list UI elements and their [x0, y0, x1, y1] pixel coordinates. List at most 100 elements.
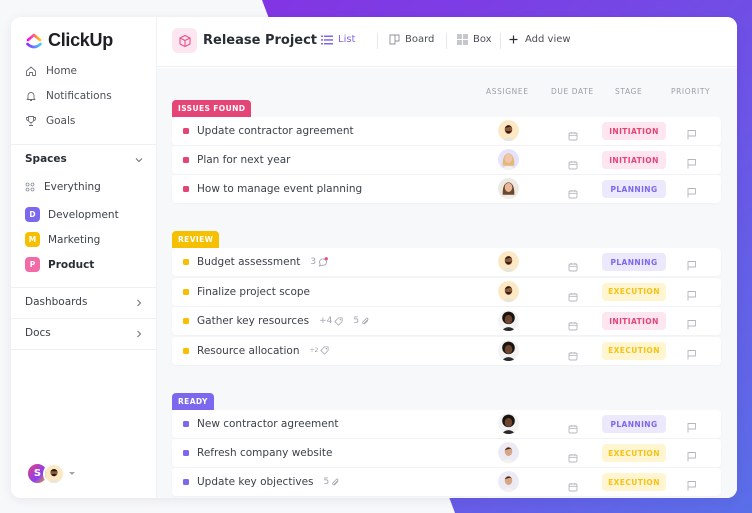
due-date-button[interactable]: [568, 316, 578, 331]
stage-badge[interactable]: PLANNING: [602, 253, 666, 271]
table-row[interactable]: Plan for next year INITIATION: [172, 146, 721, 174]
stage-badge[interactable]: INITIATION: [602, 312, 666, 330]
sidebar-item-product[interactable]: P Product: [25, 257, 94, 272]
status-dot[interactable]: [183, 186, 189, 192]
status-dot[interactable]: [183, 259, 189, 265]
column-header-due-date[interactable]: DUE DATE: [551, 87, 594, 96]
priority-button[interactable]: [686, 315, 697, 330]
chevron-right-icon[interactable]: [134, 329, 144, 339]
stage-badge[interactable]: EXECUTION: [602, 282, 666, 301]
status-dot[interactable]: [183, 421, 189, 427]
due-date-button[interactable]: [568, 184, 578, 199]
assignee-avatar[interactable]: [498, 120, 519, 141]
chevron-right-icon[interactable]: [134, 298, 144, 308]
task-name[interactable]: Update contractor agreement: [197, 125, 354, 137]
priority-button[interactable]: [686, 345, 697, 359]
status-dot[interactable]: [183, 479, 189, 485]
stage-badge[interactable]: EXECUTION: [602, 473, 666, 491]
task-name[interactable]: Gather key resources +4 5: [197, 315, 370, 327]
sidebar-item-marketing[interactable]: M Marketing: [25, 232, 100, 247]
sidebar-item-development[interactable]: D Development: [25, 207, 119, 222]
priority-button[interactable]: [686, 125, 697, 140]
status-dot[interactable]: [183, 128, 189, 134]
sidebar-item-dashboards[interactable]: Dashboards: [25, 296, 87, 308]
task-name[interactable]: Resource allocation +2: [197, 345, 329, 357]
table-row[interactable]: Update key objectives 5 EXECUTION: [172, 468, 721, 496]
due-date-button[interactable]: [568, 155, 578, 170]
stage-badge[interactable]: INITIATION: [602, 122, 666, 140]
task-meta-tag[interactable]: +2: [310, 346, 330, 355]
priority-button[interactable]: [686, 183, 697, 198]
chevron-down-icon[interactable]: [134, 155, 144, 165]
add-view-button[interactable]: Add view: [509, 34, 571, 45]
sidebar-item-docs[interactable]: Docs: [25, 327, 51, 339]
task-meta-paperclip[interactable]: 5: [324, 477, 341, 487]
group-label[interactable]: READY: [172, 393, 214, 410]
priority-button[interactable]: [686, 447, 697, 462]
group-label[interactable]: ISSUES FOUND: [172, 100, 252, 117]
assignee-avatar[interactable]: [498, 178, 519, 199]
task-name[interactable]: Budget assessment 3: [197, 256, 328, 268]
table-row[interactable]: New contractor agreement PLANNING: [172, 410, 721, 438]
nav-goals[interactable]: Goals: [25, 115, 75, 127]
table-row[interactable]: Finalize project scope EXECUTION: [172, 277, 721, 306]
assignee-avatar[interactable]: [498, 413, 519, 434]
stage-badge[interactable]: INITIATION: [602, 151, 666, 169]
due-date-button[interactable]: [568, 448, 578, 463]
nav-notifications[interactable]: Notifications: [25, 90, 112, 102]
task-name[interactable]: New contractor agreement: [197, 418, 339, 430]
table-row[interactable]: Resource allocation +2 EXECUTION: [172, 336, 721, 365]
status-dot[interactable]: [183, 157, 189, 163]
task-name[interactable]: How to manage event planning: [197, 183, 362, 195]
task-meta-tag[interactable]: +4: [319, 316, 343, 326]
priority-button[interactable]: [686, 418, 697, 433]
table-row[interactable]: Refresh company website EXECUTION: [172, 439, 721, 467]
status-dot[interactable]: [183, 318, 189, 324]
due-date-button[interactable]: [568, 346, 578, 360]
task-name[interactable]: Refresh company website: [197, 447, 332, 459]
column-header-stage[interactable]: STAGE: [615, 87, 642, 96]
status-dot[interactable]: [183, 288, 189, 295]
column-header-assignee[interactable]: ASSIGNEE: [486, 87, 529, 96]
task-meta-paperclip[interactable]: 5: [353, 316, 370, 326]
priority-button[interactable]: [686, 286, 697, 300]
due-date-button[interactable]: [568, 126, 578, 141]
tab-box[interactable]: Box: [457, 34, 492, 45]
nav-home[interactable]: Home: [25, 65, 77, 77]
assignee-avatar[interactable]: [498, 149, 519, 170]
due-date-button[interactable]: [568, 257, 578, 272]
priority-button[interactable]: [686, 256, 697, 271]
group-label[interactable]: REVIEW: [172, 231, 220, 248]
sidebar-item-everything[interactable]: Everything: [25, 181, 101, 193]
assignee-avatar[interactable]: [498, 310, 519, 331]
table-row[interactable]: How to manage event planning PLANNING: [172, 175, 721, 203]
user-menu[interactable]: S: [26, 462, 75, 485]
due-date-button[interactable]: [568, 287, 578, 301]
assignee-avatar[interactable]: [498, 442, 519, 463]
task-meta-comment[interactable]: 3: [310, 257, 328, 267]
due-date-button[interactable]: [568, 477, 578, 492]
due-date-button[interactable]: [568, 419, 578, 434]
task-name[interactable]: Finalize project scope: [197, 286, 310, 298]
assignee-avatar[interactable]: [498, 280, 519, 302]
tab-board[interactable]: Board: [389, 34, 434, 45]
task-name[interactable]: Plan for next year: [197, 154, 290, 166]
assignee-avatar[interactable]: [498, 471, 519, 492]
stage-badge[interactable]: EXECUTION: [602, 341, 666, 360]
assignee-avatar[interactable]: [498, 339, 519, 361]
table-row[interactable]: Update contractor agreement INITIATION: [172, 117, 721, 145]
logo[interactable]: ClickUp: [25, 30, 113, 51]
tab-list[interactable]: List: [321, 34, 355, 45]
stage-badge[interactable]: PLANNING: [602, 180, 666, 198]
assignee-avatar[interactable]: [498, 251, 519, 272]
task-name[interactable]: Update key objectives 5: [197, 476, 340, 488]
status-dot[interactable]: [183, 450, 189, 456]
status-dot[interactable]: [183, 347, 189, 354]
column-header-priority[interactable]: PRIORITY: [671, 87, 710, 96]
priority-button[interactable]: [686, 154, 697, 169]
stage-badge[interactable]: PLANNING: [602, 415, 666, 433]
table-row[interactable]: Gather key resources +4 5 INITIATION: [172, 307, 721, 335]
priority-button[interactable]: [686, 476, 697, 491]
table-row[interactable]: Budget assessment 3 PLANNING: [172, 248, 721, 276]
stage-badge[interactable]: EXECUTION: [602, 444, 666, 462]
